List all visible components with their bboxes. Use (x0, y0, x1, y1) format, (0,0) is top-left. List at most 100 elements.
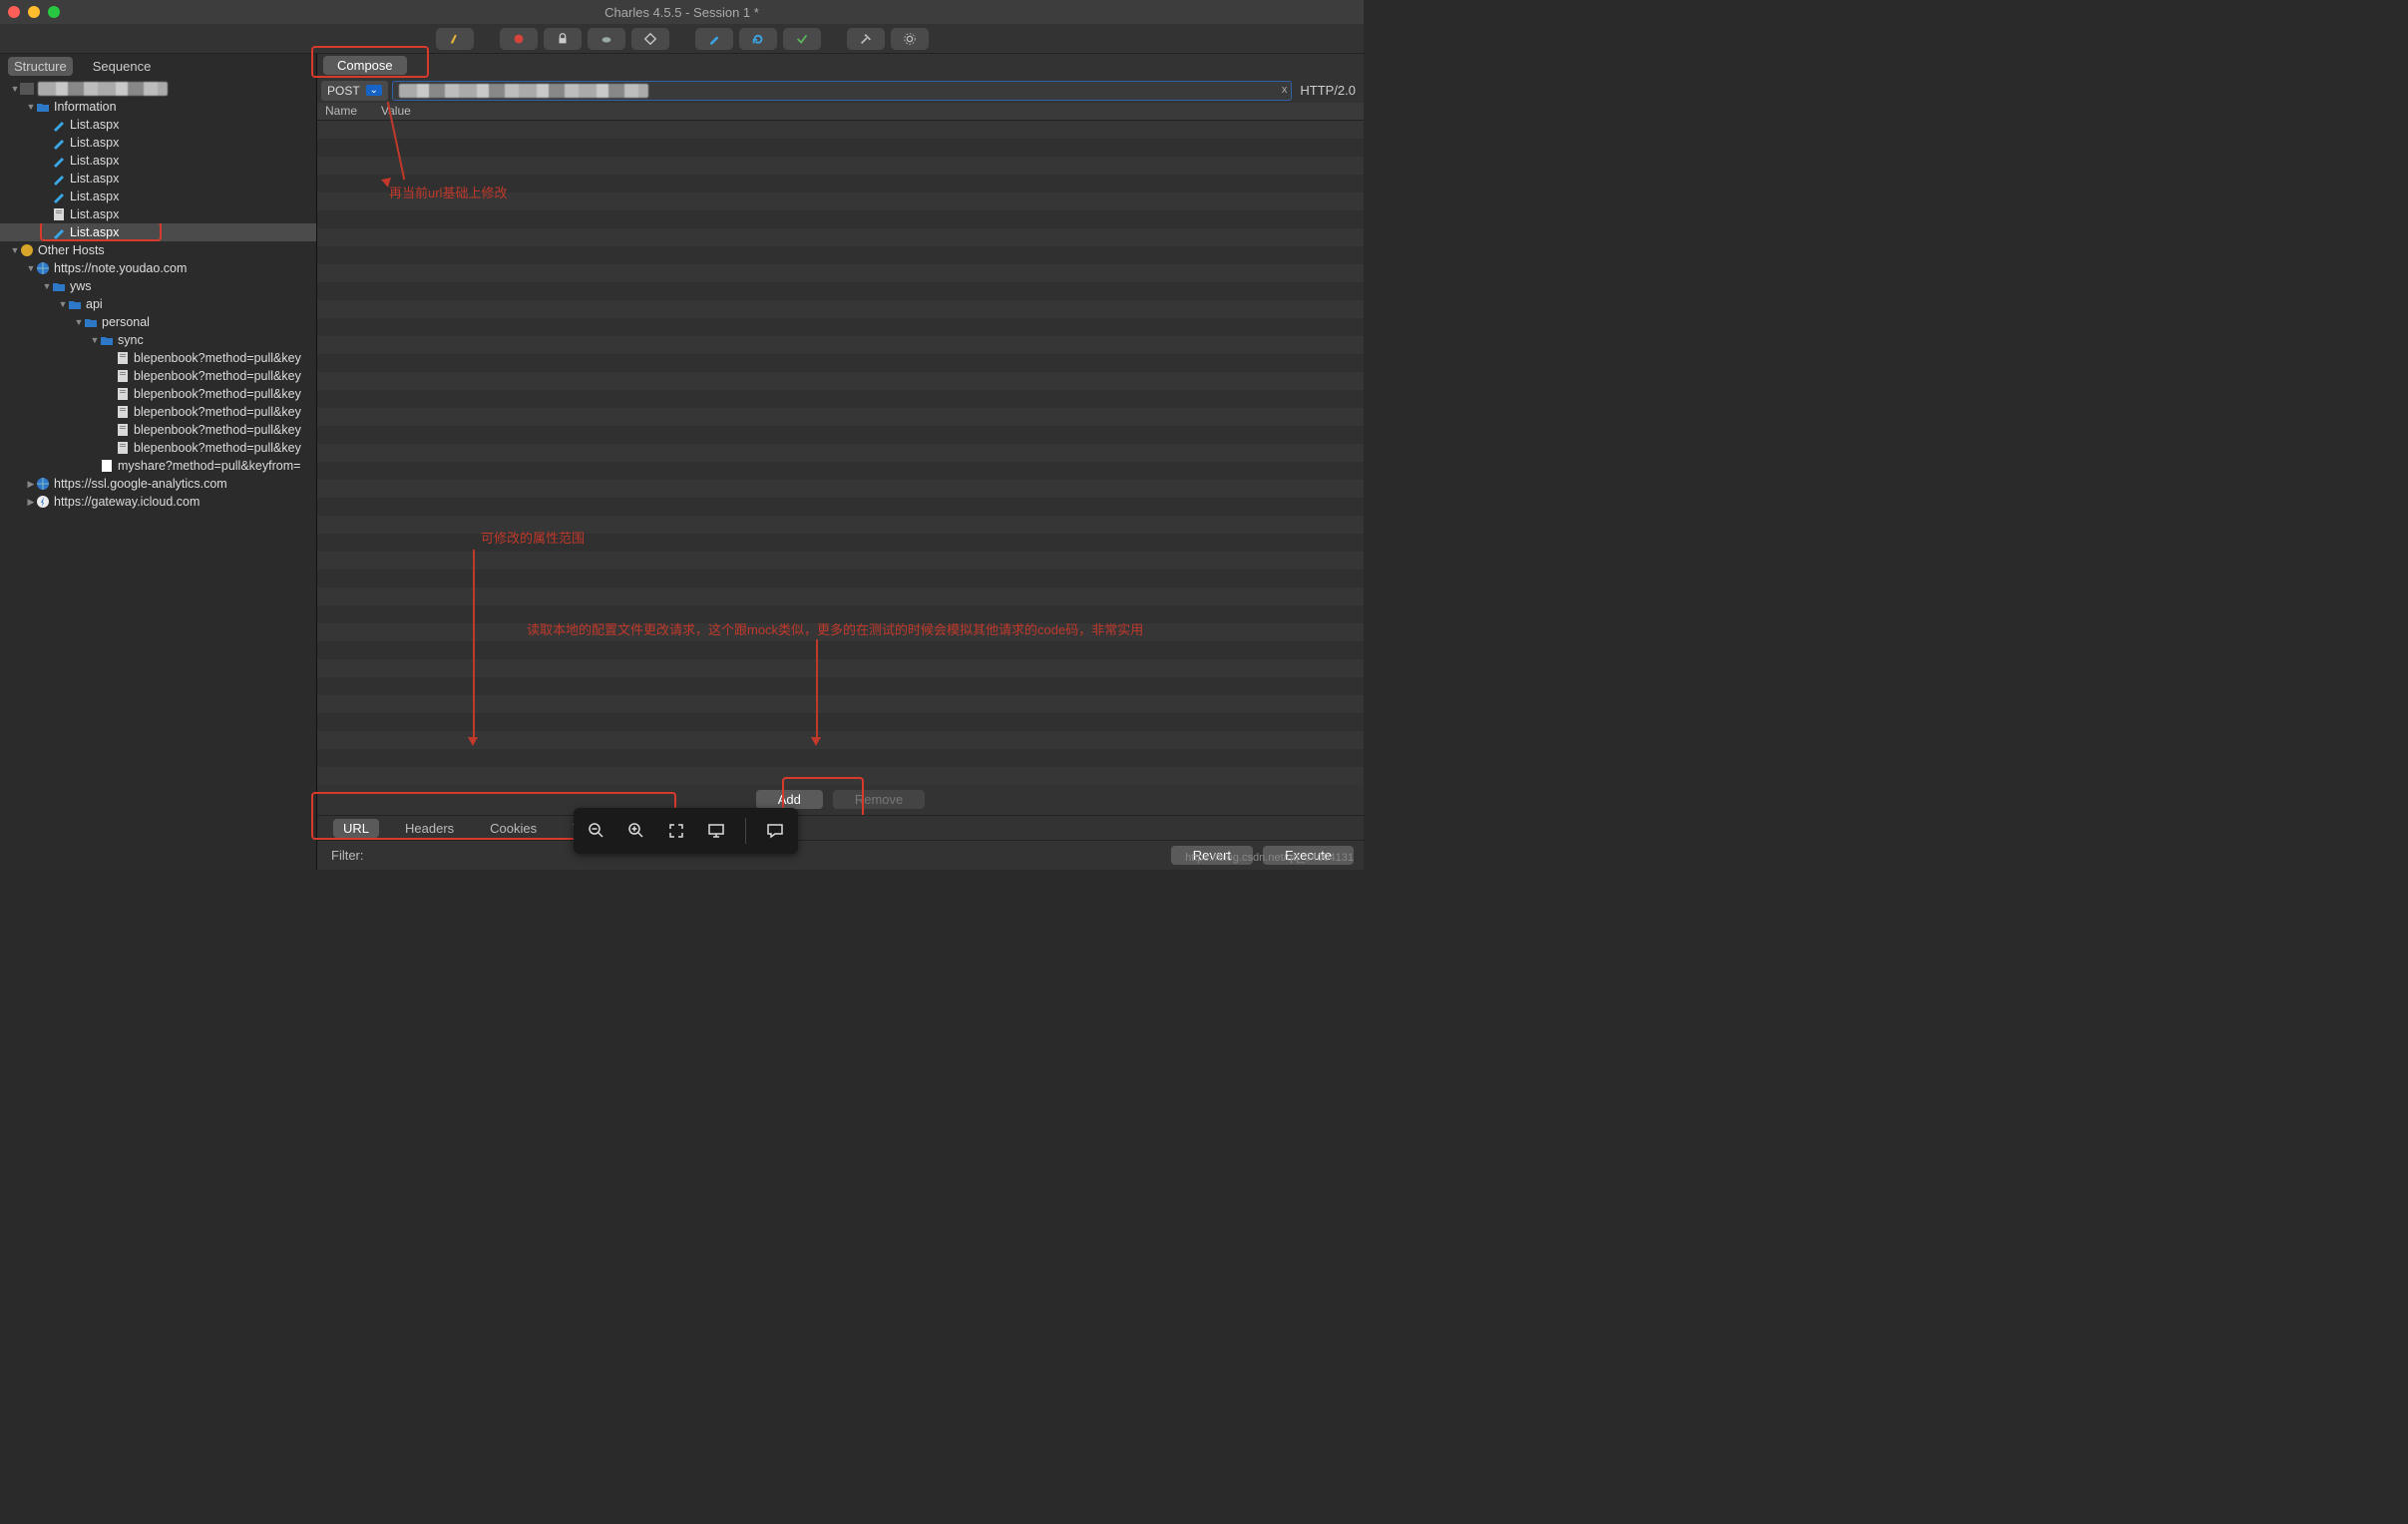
table-row[interactable] (317, 605, 1364, 623)
filter-label: Filter: (327, 848, 364, 863)
settings-icon[interactable] (891, 28, 929, 50)
validate-icon[interactable] (783, 28, 821, 50)
tree-node[interactable]: myshare?method=pull&keyfrom= (0, 457, 316, 475)
table-row[interactable] (317, 139, 1364, 157)
add-button[interactable]: Add (756, 790, 823, 809)
tree-node-label: https://ssl.google-analytics.com (54, 477, 227, 491)
tree-node[interactable]: List.aspx (0, 116, 316, 134)
tree-node[interactable]: ▼https://note.youdao.com (0, 259, 316, 277)
tab-structure[interactable]: Structure (8, 57, 73, 76)
table-row[interactable] (317, 659, 1364, 677)
http-method-select[interactable]: POST ⌄ (321, 81, 388, 101)
clear-url-icon[interactable]: x (1282, 84, 1288, 96)
table-row[interactable] (317, 408, 1364, 426)
edit-icon[interactable] (695, 28, 733, 50)
repeat-icon[interactable] (739, 28, 777, 50)
table-row[interactable] (317, 570, 1364, 587)
tree-node[interactable]: List.aspx (0, 205, 316, 223)
request-tree[interactable]: ▼▼InformationList.aspxList.aspxList.aspx… (0, 78, 316, 870)
tree-node[interactable]: ▼yws (0, 277, 316, 295)
tree-node[interactable]: ▼Other Hosts (0, 241, 316, 259)
remove-button[interactable]: Remove (833, 790, 925, 809)
table-row[interactable] (317, 228, 1364, 246)
table-row[interactable] (317, 677, 1364, 695)
pen-icon (52, 118, 66, 132)
tree-node-label: https://gateway.icloud.com (54, 495, 200, 509)
table-row[interactable] (317, 390, 1364, 408)
tree-node[interactable]: blepenbook?method=pull&key (0, 367, 316, 385)
zoom-in-icon[interactable] (625, 820, 647, 842)
table-row[interactable] (317, 282, 1364, 300)
present-icon[interactable] (705, 820, 727, 842)
table-row[interactable] (317, 192, 1364, 210)
turtle-icon[interactable] (588, 28, 625, 50)
table-row[interactable] (317, 641, 1364, 659)
folder-icon (84, 315, 98, 329)
breakpoint-icon[interactable] (631, 28, 669, 50)
tree-node[interactable]: blepenbook?method=pull&key (0, 421, 316, 439)
table-row[interactable] (317, 749, 1364, 767)
comment-icon[interactable] (764, 820, 786, 842)
table-row[interactable] (317, 246, 1364, 264)
tools-icon[interactable] (847, 28, 885, 50)
table-row[interactable] (317, 731, 1364, 749)
tree-node[interactable]: List.aspx (0, 170, 316, 188)
tree-node[interactable]: List.aspx (0, 223, 316, 241)
zoom-out-icon[interactable] (586, 820, 607, 842)
broom-icon[interactable] (436, 28, 474, 50)
table-row[interactable] (317, 516, 1364, 534)
request-row: POST ⌄ x HTTP/2.0 (317, 78, 1364, 104)
table-row[interactable] (317, 767, 1364, 785)
tree-node-label: Information (54, 100, 117, 114)
tree-node[interactable]: List.aspx (0, 134, 316, 152)
table-row[interactable] (317, 318, 1364, 336)
table-row[interactable] (317, 264, 1364, 282)
url-input[interactable]: x (392, 81, 1292, 101)
subtab-url[interactable]: URL (333, 819, 379, 838)
table-row[interactable] (317, 121, 1364, 139)
table-row[interactable] (317, 480, 1364, 498)
fullscreen-icon[interactable] (665, 820, 687, 842)
record-icon[interactable] (500, 28, 538, 50)
compose-button[interactable]: Compose (323, 56, 407, 75)
tree-node[interactable]: ▼personal (0, 313, 316, 331)
tree-node[interactable]: List.aspx (0, 152, 316, 170)
table-row[interactable] (317, 175, 1364, 192)
tree-node[interactable]: ▶https://gateway.icloud.com (0, 493, 316, 511)
table-row[interactable] (317, 462, 1364, 480)
tree-node[interactable]: List.aspx (0, 188, 316, 205)
doc-icon (116, 405, 130, 419)
tree-node[interactable]: ▼api (0, 295, 316, 313)
tree-node[interactable]: ▼Information (0, 98, 316, 116)
table-row[interactable] (317, 623, 1364, 641)
table-row[interactable] (317, 713, 1364, 731)
tree-node[interactable]: blepenbook?method=pull&key (0, 349, 316, 367)
table-row[interactable] (317, 695, 1364, 713)
col-name: Name (317, 103, 373, 120)
tab-sequence[interactable]: Sequence (87, 57, 158, 76)
subtab-headers[interactable]: Headers (395, 819, 464, 838)
table-row[interactable] (317, 210, 1364, 228)
table-row[interactable] (317, 354, 1364, 372)
tree-node[interactable]: ▼ (0, 80, 316, 98)
tree-node[interactable]: blepenbook?method=pull&key (0, 403, 316, 421)
table-row[interactable] (317, 372, 1364, 390)
table-row[interactable] (317, 444, 1364, 462)
table-row[interactable] (317, 336, 1364, 354)
tree-node[interactable]: blepenbook?method=pull&key (0, 385, 316, 403)
lock-icon[interactable] (544, 28, 582, 50)
table-row[interactable] (317, 300, 1364, 318)
table-row[interactable] (317, 534, 1364, 552)
table-row[interactable] (317, 498, 1364, 516)
subtab-cookies[interactable]: Cookies (480, 819, 547, 838)
tree-node[interactable]: blepenbook?method=pull&key (0, 439, 316, 457)
table-row[interactable] (317, 552, 1364, 570)
tree-node-label: blepenbook?method=pull&key (134, 387, 301, 401)
main-toolbar (0, 24, 1364, 54)
table-row[interactable] (317, 426, 1364, 444)
table-row[interactable] (317, 587, 1364, 605)
tree-node[interactable]: ▶https://ssl.google-analytics.com (0, 475, 316, 493)
table-row[interactable] (317, 157, 1364, 175)
params-grid[interactable]: 再当前url基础上修改可修改的属性范围读取本地的配置文件更改请求，这个跟mock… (317, 121, 1364, 785)
tree-node[interactable]: ▼sync (0, 331, 316, 349)
